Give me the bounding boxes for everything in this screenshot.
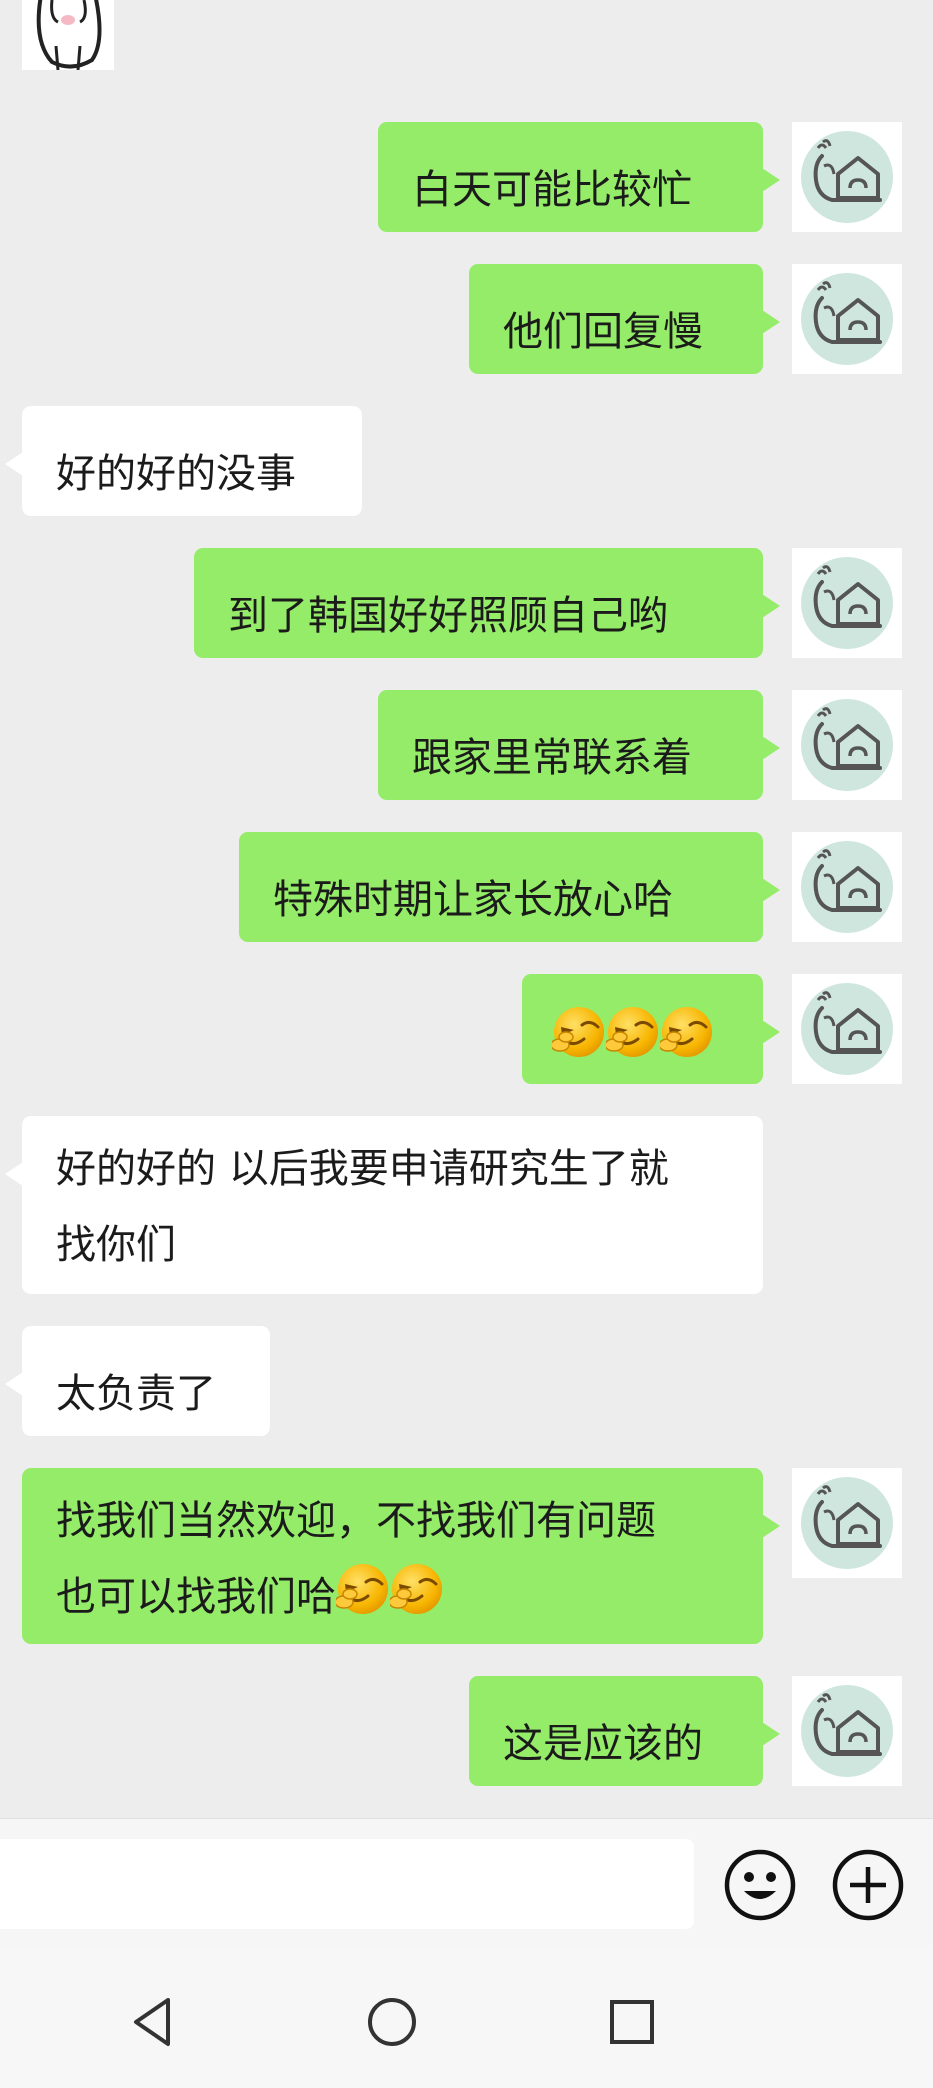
snail-house-avatar-icon xyxy=(792,122,902,232)
message-text: 好的好的没事 xyxy=(56,451,296,497)
triangle-back-icon[interactable] xyxy=(126,1994,182,2050)
wink-emoji-icon xyxy=(606,1005,660,1059)
snail-house-avatar-icon xyxy=(792,1676,902,1786)
incoming-message-bubble[interactable]: 好的好的没事 xyxy=(5,406,362,516)
snail-house-avatar-icon xyxy=(792,974,902,1084)
message-input-bar xyxy=(0,1818,933,1950)
my-avatar[interactable] xyxy=(792,974,902,1084)
snail-house-avatar-icon xyxy=(792,264,902,374)
my-avatar[interactable] xyxy=(792,690,902,800)
my-avatar[interactable] xyxy=(792,1468,902,1578)
outgoing-message-bubble[interactable]: 到了韩国好好照顾自己哟 xyxy=(194,548,780,658)
smiley-icon[interactable] xyxy=(722,1847,798,1923)
outgoing-message-bubble[interactable]: 找我们当然欢迎，不找我们有问题 也可以找我们哈 xyxy=(22,1468,780,1644)
snail-house-avatar-icon xyxy=(792,690,902,800)
message-text: 特殊时期让家长放心哈 xyxy=(273,877,673,923)
wink-emoji-icon xyxy=(552,1005,606,1059)
message-text: 到了韩国好好照顾自己哟 xyxy=(228,593,668,639)
wink-emoji-icon xyxy=(336,1562,390,1616)
chat-area[interactable]: 白天可能比较忙 他们回复慢 好的好的没事 到了韩国好好照顾自己哟 跟家里常联系着 xyxy=(0,0,933,1818)
my-avatar[interactable] xyxy=(792,832,902,942)
circle-home-icon[interactable] xyxy=(364,1994,420,2050)
my-avatar[interactable] xyxy=(792,1676,902,1786)
message-text: 他们回复慢 xyxy=(503,309,703,355)
incoming-message-bubble[interactable]: 太负责了 xyxy=(5,1326,270,1436)
message-text-line: 好的好的 以后我要申请研究生了就 xyxy=(56,1146,669,1192)
message-text: 这是应该的 xyxy=(503,1721,703,1767)
wink-emoji-icon xyxy=(390,1562,444,1616)
message-text-line: 找我们当然欢迎，不找我们有问题 xyxy=(56,1498,656,1544)
message-text: 也可以找我们哈 xyxy=(56,1574,336,1620)
incoming-message-bubble[interactable]: 好的好的 以后我要申请研究生了就 找你们 xyxy=(5,1116,763,1294)
outgoing-message-bubble[interactable]: 这是应该的 xyxy=(469,1676,780,1786)
square-recents-icon[interactable] xyxy=(604,1994,660,2050)
message-text: 太负责了 xyxy=(56,1371,216,1417)
outgoing-message-bubble[interactable]: 他们回复慢 xyxy=(469,264,780,374)
snail-house-avatar-icon xyxy=(792,548,902,658)
message-text-line: 找你们 xyxy=(56,1222,176,1268)
outgoing-message-bubble[interactable]: 白天可能比较忙 xyxy=(378,122,780,232)
system-navigation-bar xyxy=(0,1950,933,2088)
message-text: 跟家里常联系着 xyxy=(412,735,692,781)
contact-avatar[interactable] xyxy=(22,0,114,70)
outgoing-message-bubble[interactable]: 特殊时期让家长放心哈 xyxy=(239,832,780,942)
snail-house-avatar-icon xyxy=(792,832,902,942)
outgoing-emoji-bubble[interactable] xyxy=(522,974,780,1084)
wink-emoji-icon xyxy=(660,1005,714,1059)
my-avatar[interactable] xyxy=(792,548,902,658)
plus-circle-icon[interactable] xyxy=(830,1847,906,1923)
outgoing-message-bubble[interactable]: 跟家里常联系着 xyxy=(378,690,780,800)
my-avatar[interactable] xyxy=(792,264,902,374)
message-text-line-with-emoji: 也可以找我们哈 xyxy=(56,1559,729,1635)
snail-house-avatar-icon xyxy=(792,1468,902,1578)
message-input[interactable] xyxy=(0,1839,694,1929)
my-avatar[interactable] xyxy=(792,122,902,232)
message-text: 白天可能比较忙 xyxy=(412,167,692,213)
